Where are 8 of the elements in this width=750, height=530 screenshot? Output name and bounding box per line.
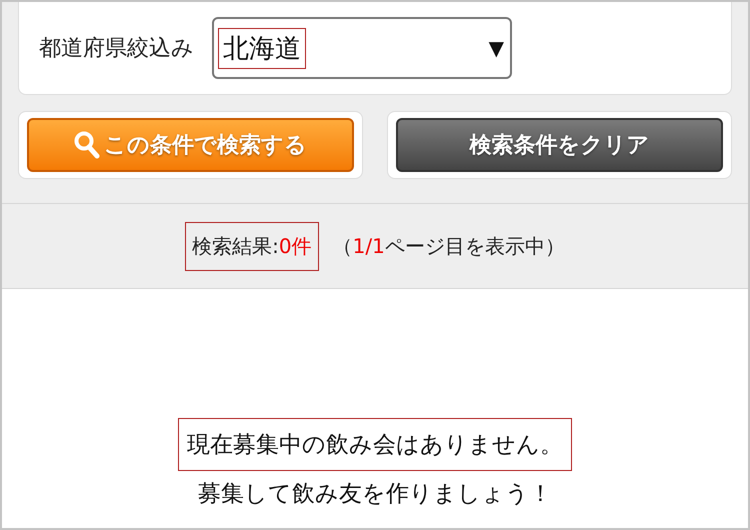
page-indicator: （1/1ページ目を表示中） xyxy=(332,232,565,260)
message-text: 現在募集中の飲み会はありません。 xyxy=(178,418,572,471)
search-icon xyxy=(74,131,100,159)
filter-label: 都道府県絞込み xyxy=(39,35,194,63)
message-text: 募集して飲み友を作りましょう！ xyxy=(197,480,553,509)
prefecture-select[interactable]: 北海道 ▼ xyxy=(212,17,512,79)
result-count: 検索結果:0件 xyxy=(185,222,319,270)
clear-button[interactable]: 検索条件をクリア xyxy=(396,118,723,172)
